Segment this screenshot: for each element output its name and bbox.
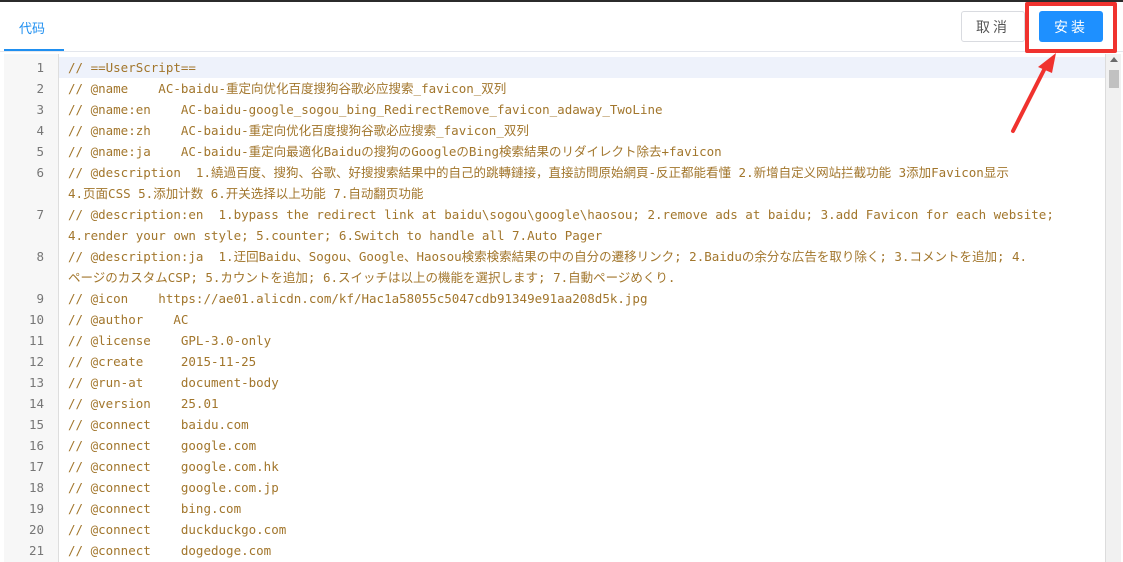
- line-number: 7: [36, 207, 44, 222]
- code-line[interactable]: ページのカスタムCSP; 5.カウントを追加; 6.スイッチは以上の機能を選択し…: [59, 267, 1105, 288]
- line-number: 1: [36, 60, 44, 75]
- line-number: 17: [28, 459, 44, 474]
- code-line[interactable]: // @create 2015-11-25: [59, 351, 1105, 372]
- line-number: 15: [28, 417, 44, 432]
- code-line[interactable]: // @description:en 1.bypass the redirect…: [59, 204, 1105, 225]
- code-line[interactable]: // @connect dogedoge.com: [59, 540, 1105, 561]
- line-number: 13: [28, 375, 44, 390]
- code-line[interactable]: // ==UserScript==: [59, 57, 1105, 78]
- code-line-text: // @name:en AC-baidu-google_sogou_bing_R…: [68, 102, 663, 117]
- code-line[interactable]: // @connect bing.com: [59, 498, 1105, 519]
- code-line-text: // @connect dogedoge.com: [68, 543, 272, 558]
- code-line[interactable]: // @connect baidu.com: [59, 414, 1105, 435]
- code-line-text: // @license GPL-3.0-only: [68, 333, 272, 348]
- code-line[interactable]: // @connect duckduckgo.com: [59, 519, 1105, 540]
- code-line-text: // @description:ja 1.迂回Baidu、Sogou、Googl…: [68, 249, 1028, 264]
- code-line-text: // @connect google.com: [68, 438, 257, 453]
- code-line[interactable]: // @name:ja AC-baidu-重定向最適化Baiduの搜狗のGoog…: [59, 141, 1105, 162]
- line-number: 18: [28, 480, 44, 495]
- code-line[interactable]: // @connect google.com.hk: [59, 456, 1105, 477]
- code-line-text: // @name:ja AC-baidu-重定向最適化Baiduの搜狗のGoog…: [68, 144, 722, 159]
- code-line[interactable]: // @description:ja 1.迂回Baidu、Sogou、Googl…: [59, 246, 1105, 267]
- dialog-header: 代码 取消 安装: [0, 2, 1123, 52]
- line-number-gutter: 1 2 3 4 5 6 7 8 9 10 11 12 13 14 15 16 17 18 19 20 21: [4, 54, 56, 562]
- line-number: 8: [36, 249, 44, 264]
- code-editor[interactable]: 1 2 3 4 5 6 7 8 9 10 11 12 13 14 15 16 17 18 19 20 21 // ==U…: [4, 54, 1121, 562]
- code-line[interactable]: 4.render your own style; 5.counter; 6.Sw…: [59, 225, 1105, 246]
- line-number: 6: [36, 165, 44, 180]
- code-line-text: // ==UserScript==: [68, 60, 196, 75]
- code-line[interactable]: 4.页面CSS 5.添加计数 6.开关选择以上功能 7.自动翻页功能: [59, 183, 1105, 204]
- line-number: 4: [36, 123, 44, 138]
- code-line-text: 4.render your own style; 5.counter; 6.Sw…: [68, 228, 603, 243]
- code-line[interactable]: // @license GPL-3.0-only: [59, 330, 1105, 351]
- line-number: 2: [36, 81, 44, 96]
- line-number: 9: [36, 291, 44, 306]
- code-line-text: ページのカスタムCSP; 5.カウントを追加; 6.スイッチは以上の機能を選択し…: [68, 270, 676, 285]
- code-line-text: // @connect baidu.com: [68, 417, 249, 432]
- code-line[interactable]: // @name AC-baidu-重定向优化百度搜狗谷歌必应搜索_favico…: [59, 78, 1105, 99]
- code-line-text: // @description:en 1.bypass the redirect…: [68, 207, 1054, 222]
- line-number: 5: [36, 144, 44, 159]
- code-line-text: // @icon https://ae01.alicdn.com/kf/Hac1…: [68, 291, 648, 306]
- line-number: 19: [28, 501, 44, 516]
- code-line-text: // @description 1.繞過百度、搜狗、谷歌、好搜搜索結果中的自己的…: [68, 165, 1009, 180]
- code-line[interactable]: // @connect google.com: [59, 435, 1105, 456]
- code-line-text: // @run-at document-body: [68, 375, 279, 390]
- code-line[interactable]: // @version 25.01: [59, 393, 1105, 414]
- line-number: 12: [28, 354, 44, 369]
- line-number: 11: [28, 333, 44, 348]
- code-line-text: // @connect bing.com: [68, 501, 242, 516]
- code-line-text: 4.页面CSS 5.添加计数 6.开关选择以上功能 7.自动翻页功能: [68, 186, 424, 201]
- code-line[interactable]: // @name:zh AC-baidu-重定向优化百度搜狗谷歌必应搜索_fav…: [59, 120, 1105, 141]
- scrollbar-thumb[interactable]: [1109, 70, 1119, 88]
- code-line-text: // @author AC: [68, 312, 189, 327]
- code-line-text: // @connect google.com.hk: [68, 459, 279, 474]
- line-number: 10: [28, 312, 44, 327]
- code-area[interactable]: // ==UserScript== // @name AC-baidu-重定向优化…: [58, 54, 1105, 562]
- code-line-text: // @connect duckduckgo.com: [68, 522, 287, 537]
- code-line[interactable]: // @icon https://ae01.alicdn.com/kf/Hac1…: [59, 288, 1105, 309]
- code-line[interactable]: // @author AC: [59, 309, 1105, 330]
- code-line-text: // @name:zh AC-baidu-重定向优化百度搜狗谷歌必应搜索_fav…: [68, 123, 529, 138]
- line-number: 16: [28, 438, 44, 453]
- tab-code-label: 代码: [19, 22, 46, 37]
- line-number: 21: [28, 543, 44, 558]
- code-line-text: // @create 2015-11-25: [68, 354, 257, 369]
- code-line-text: // @connect google.com.jp: [68, 480, 279, 495]
- line-number: 20: [28, 522, 44, 537]
- code-line[interactable]: // @name:en AC-baidu-google_sogou_bing_R…: [59, 99, 1105, 120]
- code-line[interactable]: // @description 1.繞過百度、搜狗、谷歌、好搜搜索結果中的自己的…: [59, 162, 1105, 183]
- code-line[interactable]: // @run-at document-body: [59, 372, 1105, 393]
- vertical-scrollbar[interactable]: [1105, 54, 1121, 562]
- code-line-text: // @version 25.01: [68, 396, 219, 411]
- annotation-highlight-box: [1025, 2, 1117, 53]
- scroll-up-icon[interactable]: [1110, 57, 1118, 62]
- code-line[interactable]: // @connect google.com.jp: [59, 477, 1105, 498]
- code-line-text: // @name AC-baidu-重定向优化百度搜狗谷歌必应搜索_favico…: [68, 81, 507, 96]
- line-number: 3: [36, 102, 44, 117]
- cancel-button[interactable]: 取消: [961, 11, 1025, 42]
- tab-code[interactable]: 代码: [4, 2, 64, 51]
- line-number: 14: [28, 396, 44, 411]
